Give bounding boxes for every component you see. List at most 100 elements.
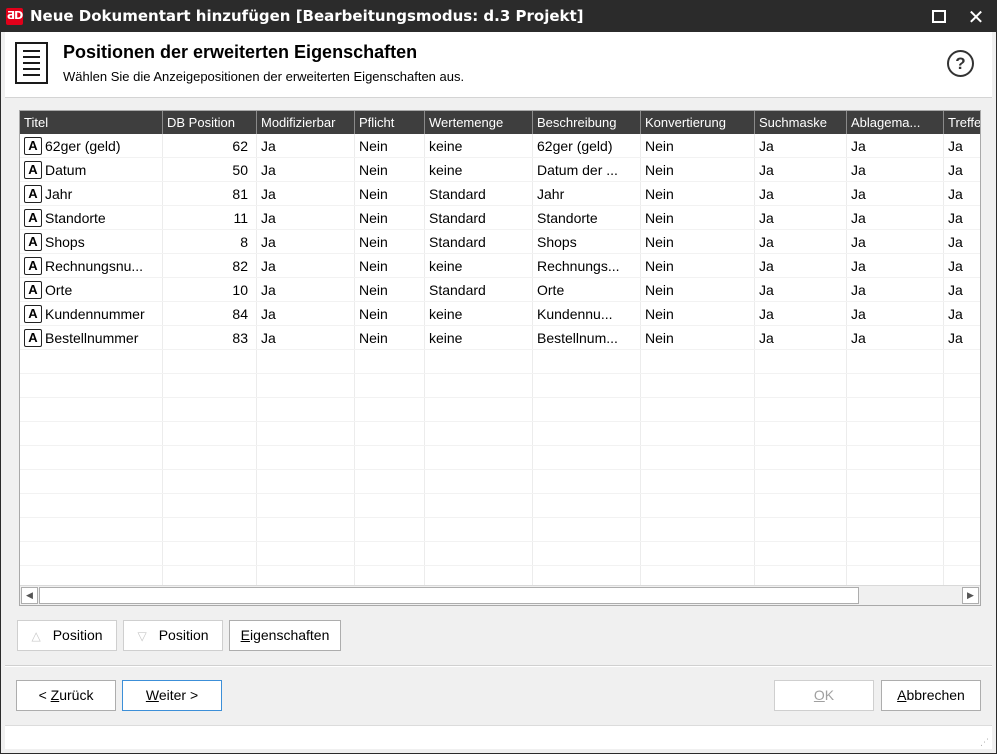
table-row[interactable]: A Rechnungsnu... 82 Ja Nein keine Rechnungs...… bbox=[20, 254, 980, 278]
cell-titel: A Bestellnummer bbox=[20, 326, 162, 350]
row-title: Kundennummer bbox=[45, 306, 145, 322]
cell-ablagemaske: Ja bbox=[851, 186, 866, 202]
cell-modifizierbar: Ja bbox=[261, 162, 276, 178]
column-header-ablagemaske[interactable]: Ablagema... bbox=[847, 111, 944, 134]
row-title: Bestellnummer bbox=[45, 330, 139, 346]
row-title: Datum bbox=[45, 162, 87, 178]
cell-beschreibung: Standorte bbox=[537, 210, 598, 226]
ok-label: K bbox=[824, 687, 835, 703]
cell-beschreibung: Bestellnum... bbox=[537, 330, 618, 346]
help-icon[interactable]: ? bbox=[947, 50, 974, 77]
position-down-button[interactable]: ▽ Position bbox=[123, 620, 223, 651]
resize-grip-icon[interactable]: ⋰ bbox=[980, 738, 989, 747]
column-header-beschreibung[interactable]: Beschreibung bbox=[533, 111, 641, 134]
cell-beschreibung: Shops bbox=[537, 234, 577, 250]
next-label: eiter > bbox=[158, 687, 199, 703]
position-up-label: Position bbox=[52, 627, 103, 643]
cell-konvertierung: Nein bbox=[645, 306, 674, 322]
column-header-suchmaske[interactable]: Suchmaske bbox=[755, 111, 847, 134]
cell-ablagemaske: Ja bbox=[851, 138, 866, 154]
cell-wertemenge: keine bbox=[429, 162, 463, 178]
window-title: Neue Dokumentart hinzufügen [Bearbeitung… bbox=[30, 7, 584, 25]
cell-modifizierbar: Ja bbox=[261, 234, 276, 250]
table-row[interactable]: A 62ger (geld) 62 Ja Nein keine 62ger (geld) Ne… bbox=[20, 134, 980, 158]
empty-row bbox=[20, 494, 980, 518]
text-type-icon: A bbox=[24, 256, 42, 275]
empty-row bbox=[20, 398, 980, 422]
cell-titel: A Orte bbox=[20, 278, 162, 302]
cell-konvertierung: Nein bbox=[645, 282, 674, 298]
empty-row bbox=[20, 374, 980, 398]
cancel-button[interactable]: Abbrechen bbox=[881, 680, 981, 711]
scroll-thumb[interactable] bbox=[39, 587, 859, 604]
wizard-header: Positionen der erweiterten Eigenschaften… bbox=[5, 32, 992, 98]
cell-pflicht: Nein bbox=[359, 162, 388, 178]
cell-modifizierbar: Ja bbox=[261, 210, 276, 226]
table-row[interactable]: A Standorte 11 Ja Nein Standard Standorte Nein J… bbox=[20, 206, 980, 230]
cell-titel: A 62ger (geld) bbox=[20, 134, 162, 158]
cell-suchmaske: Ja bbox=[759, 258, 774, 274]
triangle-up-icon: △ bbox=[31, 629, 41, 643]
cell-wertemenge: Standard bbox=[429, 210, 486, 226]
position-down-label: Position bbox=[158, 627, 209, 643]
cell-suchmaske: Ja bbox=[759, 306, 774, 322]
cell-pflicht: Nein bbox=[359, 258, 388, 274]
column-header-modifizierbar[interactable]: Modifizierbar bbox=[257, 111, 355, 134]
horizontal-scrollbar[interactable]: ◀ ▶ bbox=[20, 585, 980, 605]
cell-treffer: Ja bbox=[948, 282, 963, 298]
cell-konvertierung: Nein bbox=[645, 210, 674, 226]
text-type-icon: A bbox=[24, 304, 42, 323]
column-header-titel[interactable]: Titel bbox=[20, 111, 163, 134]
text-type-icon: A bbox=[24, 328, 42, 347]
cell-titel: A Kundennummer bbox=[20, 302, 162, 326]
cell-beschreibung: Rechnungs... bbox=[537, 258, 620, 274]
scroll-left-button[interactable]: ◀ bbox=[21, 587, 38, 604]
cell-wertemenge: keine bbox=[429, 330, 463, 346]
text-type-icon: A bbox=[24, 136, 42, 155]
cell-db-position: 82 bbox=[232, 258, 248, 274]
properties-grid[interactable]: Titel DB Position Modifizierbar Pflicht … bbox=[19, 110, 981, 606]
maximize-button[interactable] bbox=[919, 1, 959, 32]
table-row[interactable]: A Orte 10 Ja Nein Standard Orte Nein Ja Ja Ja bbox=[20, 278, 980, 302]
text-type-icon: A bbox=[24, 208, 42, 227]
table-row[interactable]: A Kundennummer 84 Ja Nein keine Kundennu... Nei… bbox=[20, 302, 980, 326]
cell-pflicht: Nein bbox=[359, 210, 388, 226]
back-prefix: < bbox=[38, 687, 51, 703]
table-row[interactable]: A Bestellnummer 83 Ja Nein keine Bestellnum...… bbox=[20, 326, 980, 350]
position-up-button[interactable]: △ Position bbox=[17, 620, 117, 651]
table-row[interactable]: A Jahr 81 Ja Nein Standard Jahr Nein Ja Ja Ja bbox=[20, 182, 980, 206]
cell-ablagemaske: Ja bbox=[851, 282, 866, 298]
cell-modifizierbar: Ja bbox=[261, 282, 276, 298]
table-row[interactable]: A Datum 50 Ja Nein keine Datum der ... Nein Ja Ja… bbox=[20, 158, 980, 182]
content-area: Titel DB Position Modifizierbar Pflicht … bbox=[5, 99, 992, 663]
cell-ablagemaske: Ja bbox=[851, 210, 866, 226]
cell-suchmaske: Ja bbox=[759, 282, 774, 298]
ok-button[interactable]: OK bbox=[774, 680, 874, 711]
grid-header: Titel DB Position Modifizierbar Pflicht … bbox=[20, 111, 980, 134]
column-header-pflicht[interactable]: Pflicht bbox=[355, 111, 425, 134]
column-header-wertemenge[interactable]: Wertemenge bbox=[425, 111, 533, 134]
cell-pflicht: Nein bbox=[359, 306, 388, 322]
column-header-treffer[interactable]: Treffe bbox=[944, 111, 980, 134]
empty-row bbox=[20, 350, 980, 374]
cell-db-position: 8 bbox=[240, 234, 248, 250]
cell-treffer: Ja bbox=[948, 234, 963, 250]
scroll-right-button[interactable]: ▶ bbox=[962, 587, 979, 604]
cell-konvertierung: Nein bbox=[645, 258, 674, 274]
cell-ablagemaske: Ja bbox=[851, 234, 866, 250]
properties-button[interactable]: Eigenschaften bbox=[229, 620, 341, 651]
cell-beschreibung: Orte bbox=[537, 282, 565, 298]
cell-modifizierbar: Ja bbox=[261, 186, 276, 202]
column-header-db-position[interactable]: DB Position bbox=[163, 111, 257, 134]
title-bar[interactable]: ƋD Neue Dokumentart hinzufügen [Bearbeit… bbox=[1, 1, 996, 32]
cell-db-position: 10 bbox=[232, 282, 248, 298]
table-row[interactable]: A Shops 8 Ja Nein Standard Shops Nein Ja Ja Ja bbox=[20, 230, 980, 254]
cell-suchmaske: Ja bbox=[759, 186, 774, 202]
close-icon: ✕ bbox=[967, 4, 985, 29]
column-header-konvertierung[interactable]: Konvertierung bbox=[641, 111, 755, 134]
next-button[interactable]: Weiter > bbox=[122, 680, 222, 711]
back-label: urück bbox=[59, 687, 94, 703]
close-button[interactable]: ✕ bbox=[956, 1, 996, 32]
cell-pflicht: Nein bbox=[359, 186, 388, 202]
back-button[interactable]: < Zurück bbox=[16, 680, 116, 711]
